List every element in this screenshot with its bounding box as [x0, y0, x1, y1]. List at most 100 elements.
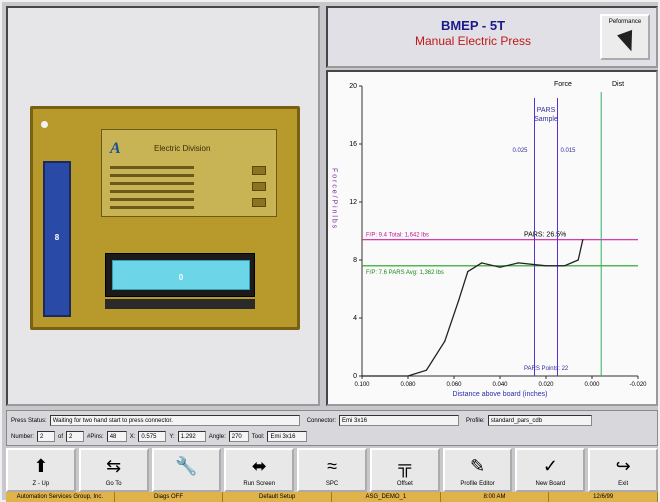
footer-diags: Diags OFF: [115, 492, 224, 502]
board-image-panel: A Electric Division 8 0: [6, 6, 320, 406]
x-tick-label: 0.040: [492, 382, 508, 388]
exit-button[interactable]: ↪ Exit: [588, 448, 659, 492]
force-curve-point: [425, 369, 427, 371]
y-tick-label: 4: [353, 315, 357, 322]
x-axis-label: Distance above board (inches): [453, 391, 548, 398]
force-column-label: Force: [554, 81, 572, 88]
pcb-text-line: [110, 206, 194, 209]
force-curve-point: [517, 262, 519, 264]
footer-setup: Default Setup: [223, 492, 333, 502]
new-board-button-label: New Board: [535, 481, 566, 487]
tool-button[interactable]: 🔧: [151, 448, 222, 492]
run-screen-button[interactable]: ⬌ Run Screen: [224, 448, 295, 492]
go-to-button-label: Go To: [105, 481, 122, 487]
tool-field: Emi 3x16: [267, 431, 308, 442]
force-curve-line: [362, 239, 584, 377]
performance-button-label: Peformance: [608, 19, 642, 25]
pcb-text-line: [110, 198, 194, 201]
title-panel: BMEP - 5T Manual Electric Press Peforman…: [326, 6, 658, 68]
cyan-chip-label: 0: [178, 273, 184, 282]
pcb-text-line: [110, 182, 194, 185]
y-tick-label: 20: [349, 83, 357, 90]
y-field: 1.292: [177, 431, 206, 442]
fp-avg-label: F/P: 7.6 PARS Avg: 1,362 lbs: [366, 270, 444, 276]
y-tick-label: 0: [353, 373, 357, 380]
press-status-label: Press Status:: [11, 417, 47, 424]
z-up-button-label: Z - Up: [32, 481, 50, 487]
footer-company: Automation Services Group, Inc.: [6, 492, 115, 502]
connector-pins: [105, 299, 255, 309]
x-tick-label: 0.020: [538, 382, 554, 388]
blue-chip-label: 8: [54, 233, 60, 242]
wrench-icon: 🔧: [175, 456, 198, 476]
pars-title: PARS: [537, 107, 556, 114]
bottom-toolbar: ⬆ Z - Up ⇆ Go To 🔧 ⬌ Run Screen ≈ SPC ╦ Offset ✎ Pro…: [6, 448, 659, 492]
pars-left-label: 0.025: [513, 148, 529, 154]
pars-result-label: PARS: 26.5%: [524, 232, 566, 239]
force-curve-point: [458, 300, 460, 302]
force-curve-point: [577, 259, 579, 261]
pencil-icon: ✎: [470, 456, 486, 476]
pcb-pad: [252, 182, 266, 191]
machine-title: BMEP - 5T: [440, 18, 506, 33]
offset-icon: ╦: [398, 456, 412, 476]
pcb-text-line: [110, 174, 194, 177]
performance-button[interactable]: Peformance: [600, 14, 650, 60]
angle-field: 270: [228, 431, 249, 442]
y-tick-label: 16: [349, 141, 357, 148]
pins-label: #Pins:: [87, 433, 104, 440]
connector-field: Emi 3x16: [339, 415, 460, 426]
offset-button-label: Offset: [396, 481, 413, 487]
pcb-pad: [252, 166, 266, 175]
new-board-button[interactable]: ✓ New Board: [515, 448, 586, 492]
blue-connector-chip[interactable]: 8: [43, 161, 71, 317]
pcb-brand-text: Electric Division: [154, 144, 211, 153]
footer-date: 12/6/99: [549, 492, 659, 502]
force-curve-point: [407, 375, 409, 377]
press-status-field: Waiting for two hand start to press conn…: [49, 415, 300, 426]
y-axis-label: F o r c e / P i n l b s: [331, 168, 338, 229]
profile-field: standard_pars_cdb: [487, 415, 592, 426]
y-label: Y:: [169, 433, 175, 440]
status-area: Press Status: Waiting for two hand start…: [6, 410, 658, 446]
number-field: 2: [37, 431, 56, 442]
pars-right-label: 0.015: [561, 148, 577, 154]
x-tick-label: 0.100: [354, 382, 370, 388]
spc-button[interactable]: ≈ SPC: [297, 448, 367, 492]
status-row-2: Number: 2 of 2 #Pins: 48 X: 0.575 Y: 1.2…: [11, 430, 308, 443]
offset-button[interactable]: ╦ Offset: [369, 448, 440, 492]
profile-editor-button-label: Profile Editor: [460, 481, 495, 487]
exit-button-label: Exit: [618, 481, 629, 487]
x-tick-label: 0.000: [584, 382, 600, 388]
pars-sample-label: Sample: [534, 116, 558, 123]
x-field: 0.575: [138, 431, 167, 442]
number-label: Number:: [11, 433, 35, 440]
cyan-connector-chip[interactable]: 0: [105, 253, 255, 297]
status-row-1: Press Status: Waiting for two hand start…: [11, 414, 592, 427]
status-footer: Automation Services Group, Inc. Diags OF…: [6, 492, 659, 502]
y-tick-label: 8: [353, 257, 357, 264]
x-tick-label: 0.080: [400, 382, 416, 388]
press-icon: ⬌: [251, 456, 267, 476]
pcb-label-area: A Electric Division: [101, 129, 277, 217]
down-arrow-icon: [617, 29, 639, 55]
force-curve-point: [481, 262, 483, 264]
pars-points-label: PARS Points: 22: [524, 366, 569, 372]
profile-editor-button[interactable]: ✎ Profile Editor: [442, 448, 513, 492]
machine-subtitle: Manual Electric Press: [414, 34, 532, 48]
force-curve-point: [444, 340, 446, 342]
force-distance-chart: 0 4 8 12 16 20 0.100 0.080 0.060 0.040 0.020 0.000 -…: [331, 81, 648, 398]
pins-field: 48: [106, 431, 127, 442]
pcb-pad: [252, 198, 266, 207]
spc-button-label: SPC: [325, 481, 339, 487]
cyan-chip-body: 0: [112, 260, 250, 290]
force-curve-point: [545, 265, 547, 267]
angle-label: Angle:: [208, 433, 226, 440]
pcb-board-image: A Electric Division 8 0: [30, 106, 300, 330]
z-up-button[interactable]: ⬆ Z - Up: [6, 448, 76, 492]
go-to-button[interactable]: ⇆ Go To: [78, 448, 149, 492]
pcb-logo: A: [110, 140, 121, 157]
force-curve-point: [582, 239, 584, 241]
force-curve-point: [361, 375, 363, 377]
footer-file: ASG_DEMO_1: [332, 492, 441, 502]
